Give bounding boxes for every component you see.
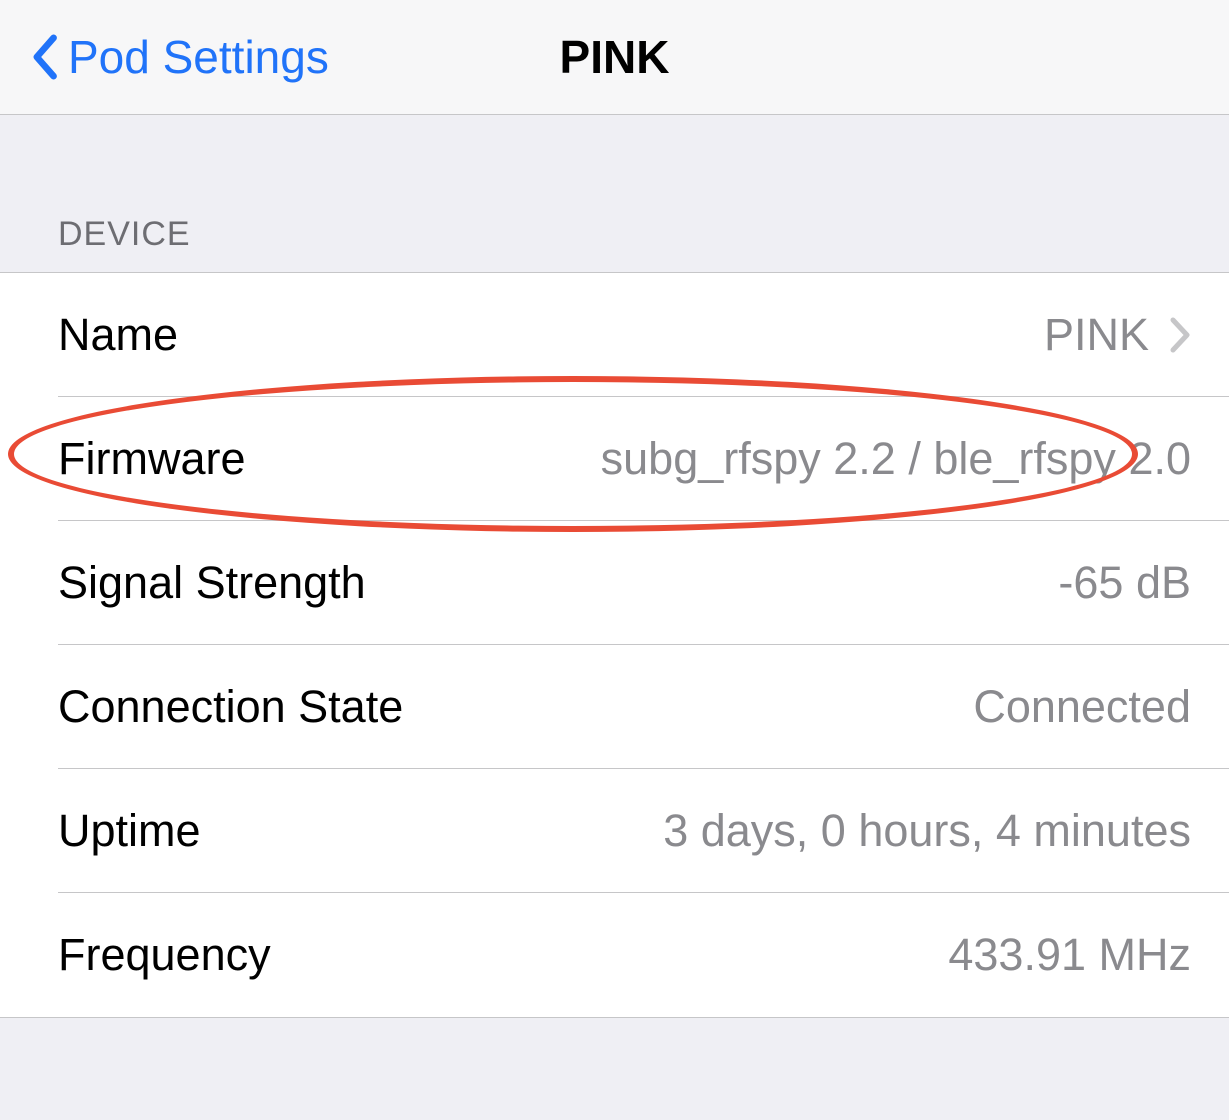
row-value: PINK (1044, 309, 1191, 361)
row-label: Signal Strength (58, 557, 366, 609)
firmware-row: Firmware subg_rfspy 2.2 / ble_rfspy 2.0 (0, 397, 1229, 521)
page-title: PINK (560, 30, 670, 84)
row-label: Firmware (58, 433, 246, 485)
row-value: subg_rfspy 2.2 / ble_rfspy 2.0 (601, 433, 1191, 485)
row-label: Uptime (58, 805, 201, 857)
row-value: Connected (973, 681, 1191, 733)
name-row[interactable]: Name PINK (0, 273, 1229, 397)
row-value: 433.91 MHz (948, 929, 1191, 981)
uptime-row: Uptime 3 days, 0 hours, 4 minutes (0, 769, 1229, 893)
back-label: Pod Settings (68, 30, 329, 84)
signal-strength-row: Signal Strength -65 dB (0, 521, 1229, 645)
device-list: Name PINK Firmware subg_rfspy 2.2 / ble_… (0, 272, 1229, 1018)
row-label: Connection State (58, 681, 403, 733)
navigation-bar: Pod Settings PINK (0, 0, 1229, 115)
name-value: PINK (1044, 309, 1149, 361)
row-value: -65 dB (1058, 557, 1191, 609)
row-value: 3 days, 0 hours, 4 minutes (663, 805, 1191, 857)
back-button[interactable]: Pod Settings (0, 30, 329, 84)
frequency-row: Frequency 433.91 MHz (0, 893, 1229, 1017)
row-label: Name (58, 309, 178, 361)
row-label: Frequency (58, 929, 271, 981)
chevron-left-icon (28, 33, 60, 81)
section-header-device: Device (0, 115, 1229, 272)
chevron-right-icon (1169, 316, 1191, 354)
connection-state-row: Connection State Connected (0, 645, 1229, 769)
